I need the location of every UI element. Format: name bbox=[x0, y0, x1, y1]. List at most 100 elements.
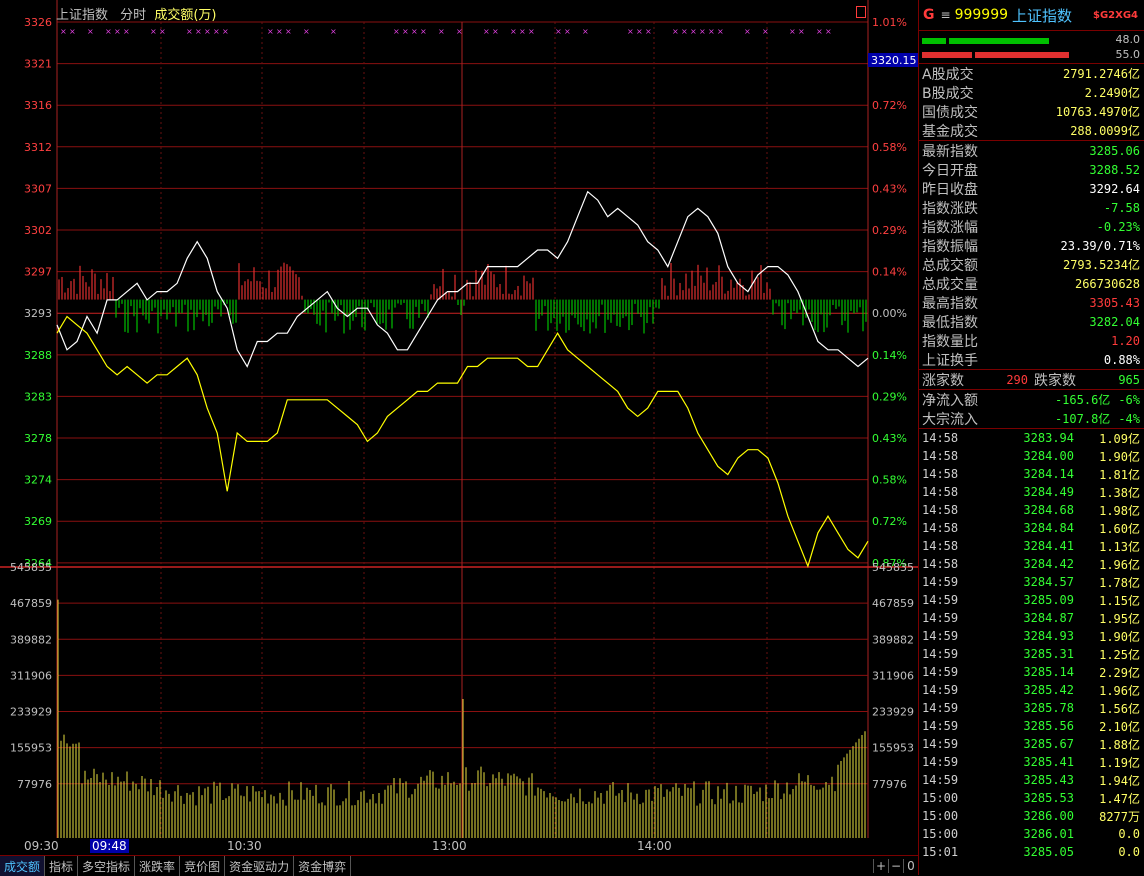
tick-row: 15:00 3285.53 1.47亿 bbox=[919, 789, 1144, 807]
signal-marker: × bbox=[492, 27, 499, 36]
tick-price: 3285.05 bbox=[1023, 845, 1074, 859]
stat-value: 3285.06 bbox=[1089, 143, 1140, 158]
expand-icon[interactable] bbox=[856, 6, 866, 18]
intraday-chart[interactable]: 3326 1.01% 3321 3316 0.72% 3312 0.58% 3307 0.43%… bbox=[0, 0, 918, 855]
flow-value: -165.6亿 bbox=[1054, 393, 1111, 407]
chart-mode[interactable]: 分时 bbox=[120, 8, 146, 23]
red-bar-1 bbox=[922, 52, 972, 58]
tick-row: 14:59 3285.41 1.19亿 bbox=[919, 753, 1144, 771]
tick-volume: 1.98亿 bbox=[1099, 503, 1140, 518]
stat-row: 总成交额 2793.5234亿 bbox=[919, 255, 1144, 274]
pct-tick-label: 0.58% bbox=[872, 141, 907, 154]
tick-volume: 1.19亿 bbox=[1099, 755, 1140, 770]
tick-volume: 0.0 bbox=[1118, 827, 1140, 841]
signal-marker: × bbox=[717, 27, 724, 36]
tick-price: 3285.41 bbox=[1023, 755, 1074, 769]
tick-time: 15:01 bbox=[922, 845, 959, 859]
down-count-label: 跌家数 bbox=[1034, 372, 1076, 389]
volume-label: 基金成交 bbox=[922, 123, 978, 140]
signal-marker: × bbox=[402, 27, 409, 36]
tick-row: 14:59 3285.31 1.25亿 bbox=[919, 645, 1144, 663]
tick-row: 14:59 3285.09 1.15亿 bbox=[919, 591, 1144, 609]
signal-marker: × bbox=[303, 27, 310, 36]
bar-bottom-value: 55.0 bbox=[1115, 48, 1141, 61]
signal-marker: × bbox=[222, 27, 229, 36]
tick-time: 14:59 bbox=[922, 755, 959, 769]
stat-value: 0.88% bbox=[1103, 352, 1140, 367]
stat-label: 今日开盘 bbox=[922, 162, 978, 179]
volume-tick-label: 155953 bbox=[872, 742, 914, 755]
bottom-tab[interactable]: 资金驱动力 bbox=[225, 856, 295, 876]
tick-price: 3284.68 bbox=[1023, 503, 1074, 517]
group-icon[interactable]: G bbox=[923, 7, 935, 23]
signal-marker: × bbox=[510, 27, 517, 36]
stat-row: 最高指数 3305.43 bbox=[919, 293, 1144, 312]
pct-tick-label: 0.58% bbox=[872, 474, 907, 487]
tick-time: 14:58 bbox=[922, 485, 959, 499]
time-label: 10:30 bbox=[227, 839, 262, 853]
chart-indicator[interactable]: 成交额(万) bbox=[154, 8, 216, 23]
pct-tick-label: 0.29% bbox=[872, 224, 907, 237]
price-tick-label: 3269 bbox=[24, 515, 52, 528]
volume-row: 基金成交 288.0099亿 bbox=[919, 121, 1144, 140]
signal-marker: × bbox=[699, 27, 706, 36]
signal-marker: × bbox=[564, 27, 571, 36]
bottom-tab[interactable]: 资金博弈 bbox=[294, 856, 352, 876]
tick-volume: 1.09亿 bbox=[1099, 431, 1140, 446]
signal-marker: × bbox=[276, 27, 283, 36]
tick-volume: 1.96亿 bbox=[1099, 683, 1140, 698]
tick-time: 14:58 bbox=[922, 521, 959, 535]
signal-marker: × bbox=[690, 27, 697, 36]
tick-row: 15:00 3286.01 0.0 bbox=[919, 825, 1144, 843]
signal-marker: × bbox=[798, 27, 805, 36]
stat-label: 总成交量 bbox=[922, 276, 978, 293]
tick-price: 3284.14 bbox=[1023, 467, 1074, 481]
signal-badge[interactable]: $G2XG4 bbox=[1093, 10, 1138, 21]
bottom-tab[interactable]: 成交额 bbox=[0, 856, 46, 876]
zoom-button[interactable]: − bbox=[888, 859, 903, 873]
tick-volume: 1.81亿 bbox=[1099, 467, 1140, 482]
bottom-tab[interactable]: 指标 bbox=[45, 856, 79, 876]
tick-price: 3286.00 bbox=[1023, 809, 1074, 823]
tick-list[interactable]: 14:58 3283.94 1.09亿 14:58 3284.00 1.90亿 14:58 3… bbox=[919, 429, 1144, 861]
tick-price: 3285.31 bbox=[1023, 647, 1074, 661]
signal-marker: × bbox=[672, 27, 679, 36]
tick-time: 14:58 bbox=[922, 557, 959, 571]
price-tick-label: 3307 bbox=[24, 182, 52, 195]
tick-price: 3284.57 bbox=[1023, 575, 1074, 589]
stat-value: 2793.5234亿 bbox=[1062, 258, 1140, 272]
flow-row: 净流入额 -165.6亿 -6% bbox=[919, 390, 1144, 409]
stock-name: 上证指数 bbox=[1012, 6, 1073, 25]
intraday-chart-area[interactable]: 3326 1.01% 3321 3316 0.72% 3312 0.58% 3307 0.43%… bbox=[0, 0, 918, 855]
tick-time: 14:59 bbox=[922, 647, 959, 661]
chart-header: 上证指数 分时 成交额(万) bbox=[56, 4, 216, 23]
pct-tick-label: 0.43% bbox=[872, 182, 907, 195]
volume-label: 国债成交 bbox=[922, 104, 978, 121]
bottom-tab[interactable]: 多空指标 bbox=[78, 856, 136, 876]
bottom-tab[interactable]: 竞价图 bbox=[180, 856, 226, 876]
tick-time: 14:59 bbox=[922, 629, 959, 643]
zoom-button[interactable]: 0 bbox=[903, 859, 918, 873]
signal-marker: × bbox=[420, 27, 427, 36]
tick-price: 3285.56 bbox=[1023, 719, 1074, 733]
flow-percent: -4% bbox=[1118, 411, 1140, 426]
stock-code: 999999 bbox=[954, 7, 1009, 23]
price-tick-label: 3316 bbox=[24, 99, 52, 112]
bottom-tab[interactable]: 涨跌率 bbox=[135, 856, 181, 876]
signal-marker: × bbox=[411, 27, 418, 36]
signal-marker: × bbox=[60, 27, 67, 36]
tick-time: 14:58 bbox=[922, 431, 959, 445]
tick-price: 3283.94 bbox=[1023, 431, 1074, 445]
signal-marker: × bbox=[789, 27, 796, 36]
volume-value: 2.2490亿 bbox=[1084, 86, 1140, 100]
volume-tick-label: 467859 bbox=[10, 597, 52, 610]
tick-volume: 1.88亿 bbox=[1099, 737, 1140, 752]
signal-marker: × bbox=[555, 27, 562, 36]
menu-icon[interactable]: ≡ bbox=[941, 8, 951, 22]
signal-marker: × bbox=[636, 27, 643, 36]
flow-percent: -6% bbox=[1118, 392, 1140, 407]
flow-label: 大宗流入 bbox=[922, 411, 978, 428]
signal-marker: × bbox=[825, 27, 832, 36]
tick-price: 3285.43 bbox=[1023, 773, 1074, 787]
zoom-button[interactable]: + bbox=[873, 859, 888, 873]
